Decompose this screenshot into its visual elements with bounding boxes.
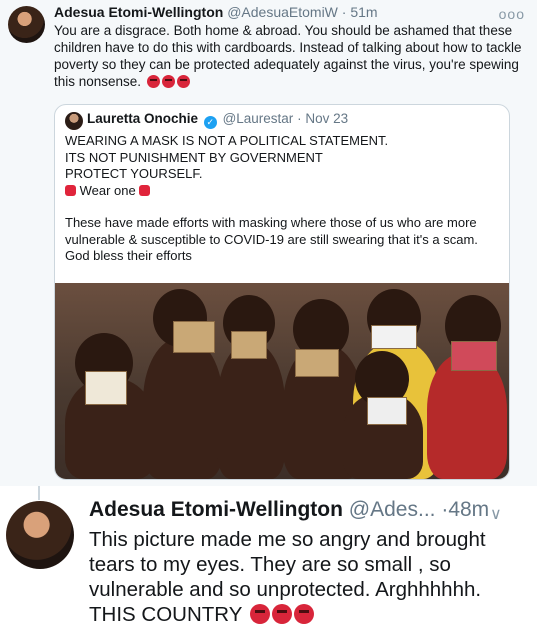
thread-line — [38, 486, 40, 500]
quoted-author-name[interactable]: Lauretta Onochie — [87, 111, 198, 126]
paper-mask — [85, 371, 127, 405]
tweet-time[interactable]: 51m — [350, 4, 377, 20]
angry-face-icon — [146, 75, 160, 88]
quoted-handle[interactable]: @Laurestar — [223, 111, 294, 126]
tweet-text: This picture made me so angry and brough… — [89, 527, 529, 627]
tweet-time[interactable]: 48m — [448, 498, 489, 521]
quoted-line: PROTECT YOURSELF. — [65, 166, 203, 181]
verified-badge-icon: ✓ — [203, 116, 217, 129]
angry-face-icon — [161, 75, 175, 88]
quoted-line: WEARING A MASK IS NOT A POLITICAL STATEM… — [65, 133, 389, 148]
chevron-down-icon[interactable]: ∨ — [490, 504, 502, 524]
quoted-header: Lauretta Onochie ✓ @Laurestar · Nov 23 — [87, 111, 348, 129]
author-name[interactable]: Adesua Etomi-Wellington — [89, 498, 343, 521]
more-options-icon[interactable]: ooo — [499, 6, 525, 22]
stop-sign-icon — [65, 184, 76, 196]
angry-face-icon — [293, 604, 314, 624]
angry-face-icon — [176, 75, 190, 88]
child-figure — [427, 353, 507, 479]
angry-face-icon — [271, 604, 292, 624]
avatar[interactable] — [8, 6, 45, 43]
avatar[interactable] — [6, 501, 74, 569]
quoted-tweet[interactable]: Lauretta Onochie ✓ @Laurestar · Nov 23 W… — [54, 104, 510, 480]
fabric-mask — [451, 341, 497, 371]
child-figure — [143, 338, 223, 479]
paper-mask — [367, 397, 407, 425]
angry-face-icon — [249, 604, 270, 624]
wear-one-text: Wear one — [79, 182, 136, 198]
quoted-avatar[interactable] — [65, 112, 83, 130]
quoted-paragraph: These have made efforts with masking whe… — [65, 215, 478, 263]
tweet-reply-card: Adesua Etomi-Wellington @AdesuaEtomiW · … — [0, 0, 537, 486]
quoted-line-wear: Wear one — [65, 183, 501, 200]
separator: · — [341, 4, 347, 20]
author-handle[interactable]: @Ades... — [349, 498, 436, 521]
child-figure — [217, 343, 285, 479]
tweet-text: You are a disgrace. Both home & abroad. … — [54, 22, 524, 90]
tweet-header: Adesua Etomi-Wellington @Ades... ·48m — [89, 498, 489, 522]
quoted-text: WEARING A MASK IS NOT A POLITICAL STATEM… — [65, 133, 501, 265]
paper-mask — [371, 325, 417, 349]
separator: · — [297, 111, 302, 126]
cardboard-mask — [295, 349, 339, 377]
cardboard-mask — [231, 331, 267, 359]
author-name[interactable]: Adesua Etomi-Wellington — [54, 4, 223, 20]
quoted-date[interactable]: Nov 23 — [305, 111, 348, 126]
tweet-text-content: You are a disgrace. Both home & abroad. … — [54, 23, 522, 89]
children-with-cardboard-masks-photo[interactable] — [55, 283, 509, 479]
author-handle[interactable]: @AdesuaEtomiW — [227, 4, 338, 20]
cardboard-mask — [173, 321, 215, 353]
stop-sign-icon — [139, 184, 151, 196]
quoted-line: ITS NOT PUNISHMENT BY GOVERNMENT — [65, 149, 323, 165]
tweet-header: Adesua Etomi-Wellington @AdesuaEtomiW · … — [54, 4, 378, 20]
